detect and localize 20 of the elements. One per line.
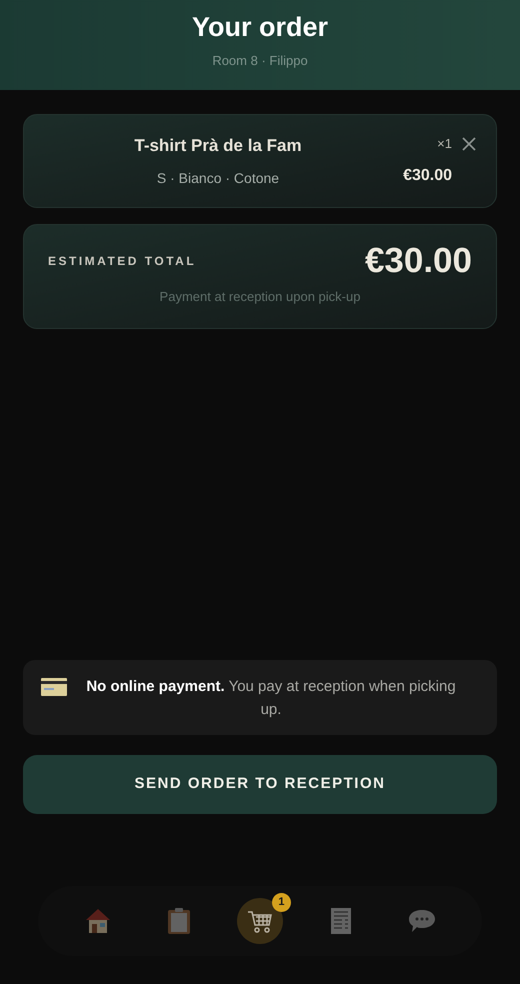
item-quantity: ×1 (437, 135, 452, 154)
page-title: Your order (192, 11, 328, 44)
item-price: €30.00 (403, 166, 452, 186)
remove-button[interactable] (462, 137, 476, 151)
room-guest-label: Room 8 · Filippo (212, 52, 308, 70)
total-amount: €30.00 (364, 241, 472, 281)
close-icon (462, 137, 476, 151)
total-label: ESTIMATED TOTAL (48, 253, 196, 270)
item-name: T-shirt Prà de la Fam (134, 134, 302, 157)
house-icon (85, 907, 112, 935)
clipboard-icon (167, 907, 192, 935)
cart-count-badge: 1 (272, 893, 291, 912)
item-details: S · Bianco · Cotone (156, 169, 280, 188)
receipt-icon (330, 907, 352, 935)
send-order-button[interactable]: SEND ORDER TO RECEPTION (23, 755, 497, 814)
notice-text: No online payment. You pay at reception when picking up. (85, 676, 457, 720)
nav-tab[interactable] (236, 898, 283, 944)
payment-note: Payment at reception upon pick-up (158, 288, 362, 306)
credit-card-icon (41, 678, 67, 696)
speech-bubble-icon (408, 908, 436, 934)
